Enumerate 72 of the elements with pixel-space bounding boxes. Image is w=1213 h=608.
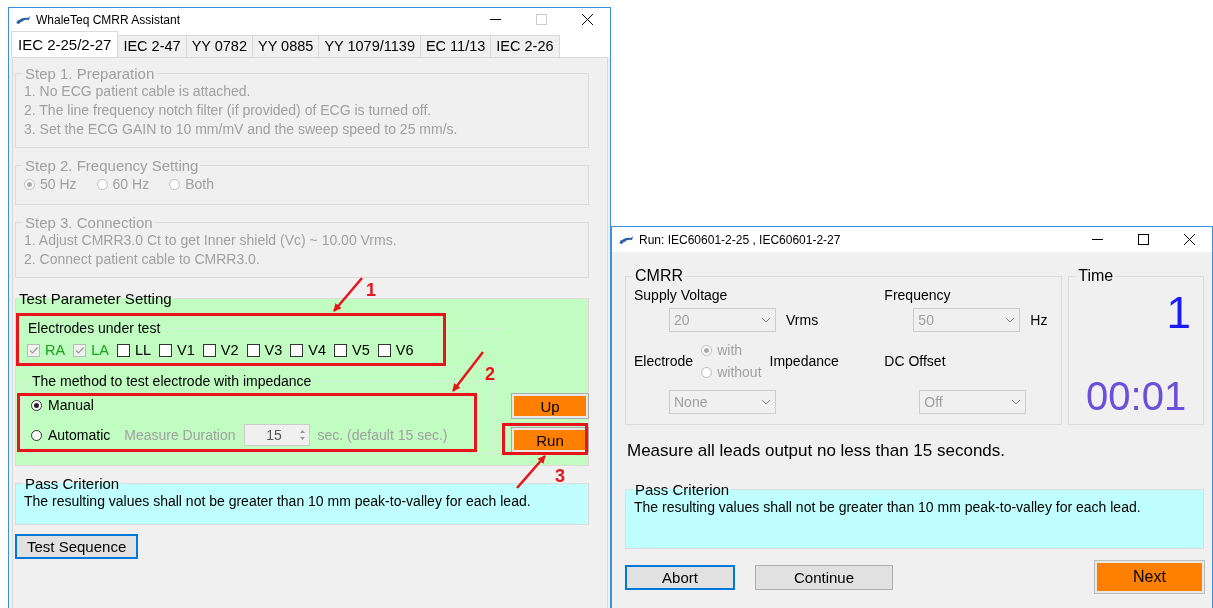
tab[interactable]: IEC 2-47 [117,35,187,57]
chevron-icon [761,317,771,323]
group-title: Test Parameter Setting [18,290,173,307]
field-label: Impedance [769,353,839,369]
group-title: Step 1. Preparation [24,65,156,82]
annotation-arrow [452,351,484,392]
electrode-checkbox[interactable]: LL [116,342,152,358]
window-title: WhaleTeq CMRR Assistant [36,12,181,27]
app-icon [15,14,31,25]
tab[interactable]: EC 11/13 [419,35,492,57]
window-title: Run: IEC60601-2-25 , IEC60601-2-27 [639,232,841,247]
field-label: Supply Voltage [634,286,729,305]
field-label: Frequency [884,286,952,305]
group-title: Pass Criterion [24,475,121,492]
electrode-checkbox[interactable]: V1 [159,342,195,358]
annotation-number: 1 [366,280,376,300]
instruction-text: 1. No ECG patient cable is attached. [24,82,252,101]
elapsed-time: 00:01 [1085,373,1188,419]
tab[interactable]: IEC 2-26 [490,35,560,57]
tab[interactable]: YY 0885 [252,35,320,57]
group-title: The method to test electrode with impedance [31,373,313,389]
dialog-button[interactable]: Next [1095,561,1204,593]
electrode-checkbox[interactable]: V6 [377,342,414,358]
instruction-text: 3. Set the ECG GAIN to 10 mm/mV and the sweep speed to 25 mm/s. [24,120,459,139]
tab[interactable]: IEC 2-25/2-27 [11,31,119,57]
field-label: DC Offset [884,353,946,369]
group-title: CMRR [634,267,684,285]
method-radio[interactable]: Manual [31,397,94,413]
action-button[interactable]: Run [512,428,588,452]
group-title: Electrodes under test [27,320,162,336]
annotation-arrow [516,455,546,489]
instruction-text: 1. Adjust CMRR3.0 Ct to get Inner shield (Vc) ~ 10.00 Vrms. [24,231,398,250]
action-button[interactable]: Up [512,394,588,418]
spin-arrows-icon [297,427,307,443]
duration-hint: sec. (default 15 sec.) [317,427,448,443]
check-icon [28,344,39,356]
electrode-checkbox[interactable]: V3 [246,342,283,358]
instruction-text: 2. Connect patient cable to CMRR3.0. [24,250,261,269]
tab[interactable]: YY 1079/1139 [318,35,421,57]
duration-spinbox[interactable]: 15 [243,424,310,446]
criterion-text: The resulting values shall not be greater than 10 mm peak-to-valley for each lead. [24,492,531,510]
chevron-icon [761,399,771,405]
instruction-text: 2. The line frequency notch filter (if provided) of ECG is turned off. [24,101,433,120]
step-counter: 1 [1165,289,1192,337]
annotation-arrow [333,277,363,312]
dialog-button[interactable]: Continue [755,564,893,590]
electrode-checkbox[interactable]: V4 [290,342,327,358]
unit-label: Hz [1030,312,1048,328]
group-title: Step 3. Connection [24,214,154,231]
electrode-checkbox[interactable]: V2 [202,342,239,358]
field-label: Electrode [634,353,694,369]
close-icon[interactable] [1183,234,1195,245]
unit-label: Vrms [786,312,819,328]
dialog-button[interactable]: Abort [625,564,735,590]
duration-label: Measure Duration [124,427,236,443]
maximize-icon[interactable] [1137,234,1149,245]
test-sequence-button[interactable]: Test Sequence [15,534,139,559]
criterion-text: The resulting values shall not be greater than 10 mm peak-to-valley for each lead. [634,498,1141,516]
group-title: Pass Criterion [634,481,731,498]
instruction-text: Measure all leads output no less than 15 seconds. [627,441,1007,462]
app-icon [618,234,634,245]
tab[interactable]: YY 0782 [185,35,253,57]
check-icon [74,344,86,356]
group-title: Time [1077,267,1115,285]
close-icon[interactable] [581,14,593,25]
chevron-icon [1005,317,1016,323]
method-radio[interactable]: Automatic [31,427,111,443]
annotation-number: 2 [485,364,495,384]
group-title: Step 2. Frequency Setting [24,157,200,174]
electrode-checkbox[interactable]: V5 [334,342,370,358]
annotation-number: 3 [555,466,565,486]
chevron-icon [1011,399,1022,405]
